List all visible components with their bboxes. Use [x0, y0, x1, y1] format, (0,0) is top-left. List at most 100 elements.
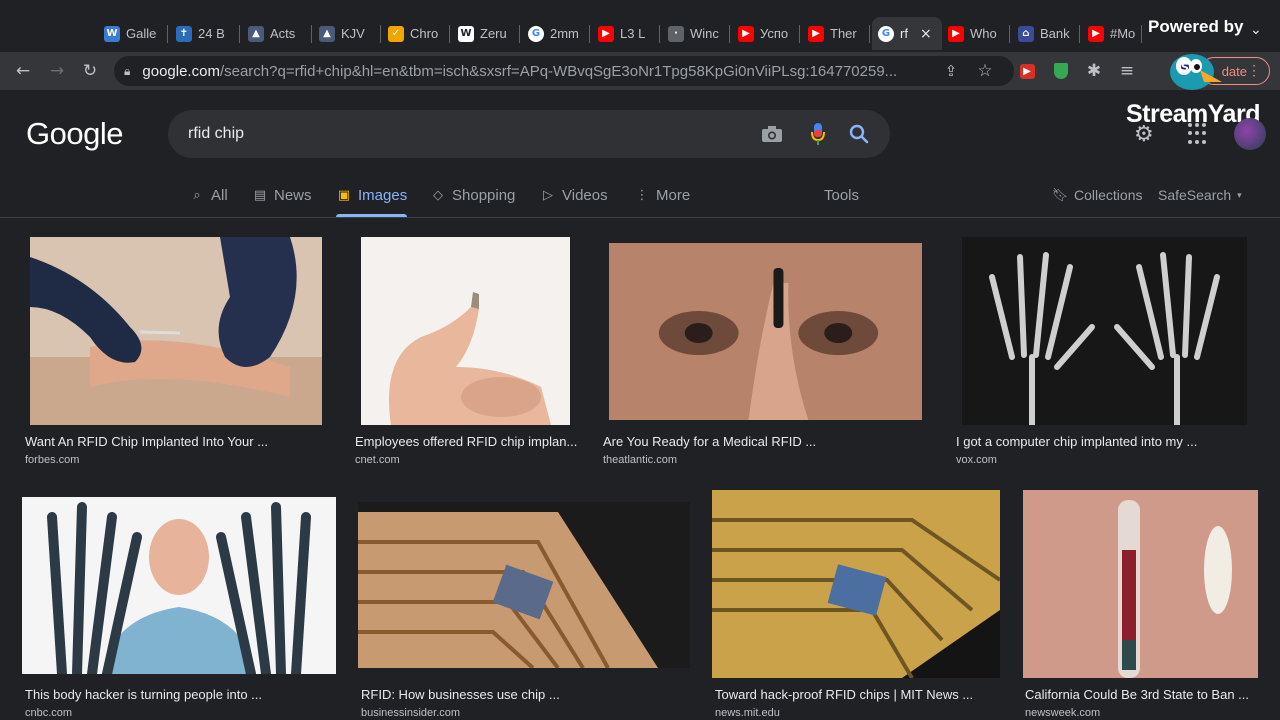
- close-tab-icon[interactable]: ×: [920, 26, 932, 42]
- result-caption[interactable]: This body hacker is turning people into …: [25, 687, 345, 702]
- reload-icon[interactable]: ↻: [79, 60, 101, 82]
- browser-tab[interactable]: Grf ×: [872, 17, 942, 50]
- tools-button[interactable]: Tools: [824, 174, 859, 216]
- bible-cross-icon: ✝: [176, 25, 192, 42]
- tab-news[interactable]: ▤ News: [252, 174, 312, 216]
- result-source[interactable]: businessinsider.com: [361, 707, 460, 719]
- browser-tab[interactable]: ▶ Успо: [732, 17, 800, 50]
- youtube-icon: ▶: [808, 25, 824, 42]
- browser-tab[interactable]: ▲ Acts: [242, 17, 312, 50]
- address-bar[interactable]: 🔒︎ google.com/search?q=rfid+chip&hl=en&t…: [114, 56, 1014, 86]
- browser-tab[interactable]: ▲ KJV: [313, 17, 381, 50]
- result-thumbnail[interactable]: [22, 497, 336, 674]
- tab-label: Videos: [562, 186, 608, 204]
- tab-label: More: [656, 186, 691, 204]
- tab-separator: [311, 25, 312, 43]
- browser-tab[interactable]: G 2mm: [522, 17, 590, 50]
- tab-label: News: [274, 186, 312, 204]
- browser-tab-label: L3 L: [620, 26, 646, 41]
- result-caption[interactable]: California Could Be 3rd State to Ban ...: [1025, 687, 1265, 702]
- video-icon: ▷: [543, 187, 553, 203]
- browser-tab[interactable]: ▶ Ther: [802, 17, 870, 50]
- result-caption[interactable]: Are You Ready for a Medical RFID ...: [603, 434, 933, 449]
- browser-tab[interactable]: ▶ L3 L: [592, 17, 660, 50]
- tab-search-chevron-icon[interactable]: ⌄: [1250, 22, 1262, 38]
- result-caption[interactable]: Want An RFID Chip Implanted Into Your ..…: [25, 434, 285, 449]
- browser-tab[interactable]: ✓ Chro: [382, 17, 450, 50]
- result-thumbnail[interactable]: [712, 490, 1000, 678]
- browser-tab[interactable]: ✝ 24 B: [170, 17, 240, 50]
- media-queue-icon[interactable]: ≡: [1116, 60, 1138, 82]
- back-arrow-icon[interactable]: ←: [12, 60, 34, 82]
- result-caption[interactable]: I got a computer chip implanted into my …: [956, 434, 1256, 449]
- result-caption[interactable]: Toward hack-proof RFID chips | MIT News …: [715, 687, 1015, 702]
- browser-tab[interactable]: W Zeru: [452, 17, 520, 50]
- google-icon: G: [528, 25, 544, 42]
- bookmark-icon: 🔖︎: [1051, 187, 1069, 203]
- result-source[interactable]: newsweek.com: [1025, 707, 1100, 719]
- collections-button[interactable]: 🔖︎ Collections: [1051, 174, 1143, 216]
- microphone-icon[interactable]: [806, 122, 830, 146]
- google-logo[interactable]: Google: [26, 116, 123, 152]
- browser-tab-label: KJV: [341, 26, 365, 41]
- bible-app-icon: ▲: [319, 25, 335, 42]
- result-source[interactable]: theatlantic.com: [603, 454, 677, 466]
- browser-tab-label: Ther: [830, 26, 857, 41]
- safesearch-button[interactable]: SafeSearch ▾: [1158, 174, 1242, 216]
- forward-arrow-icon[interactable]: →: [46, 60, 68, 82]
- result-source[interactable]: forbes.com: [25, 454, 79, 466]
- browser-tab-label: Bank: [1040, 26, 1070, 41]
- tab-more[interactable]: ⋮ More: [634, 174, 691, 216]
- browser-tab-label: 24 B: [198, 26, 225, 41]
- tab-images[interactable]: ▣ Images: [336, 174, 408, 217]
- result-thumbnail[interactable]: [962, 237, 1247, 425]
- shield-extension-icon[interactable]: [1050, 60, 1072, 82]
- result-thumbnail[interactable]: [609, 243, 922, 420]
- google-apps-icon[interactable]: [1188, 123, 1210, 145]
- search-input[interactable]: [188, 122, 748, 146]
- settings-gear-icon[interactable]: ⚙: [1134, 122, 1154, 147]
- result-thumbnail[interactable]: [361, 237, 570, 425]
- news-icon: ▤: [253, 187, 267, 203]
- lock-icon: 🔒︎: [124, 63, 131, 78]
- more-icon: ⋮: [635, 187, 649, 203]
- extension-red-icon[interactable]: ▶: [1016, 60, 1038, 82]
- result-caption[interactable]: RFID: How businesses use chip ...: [361, 687, 691, 702]
- result-thumbnail[interactable]: [358, 502, 690, 668]
- browser-toolbar: ← → ↻ 🔒︎ google.com/search?q=rfid+chip&h…: [0, 52, 1280, 91]
- tab-shopping[interactable]: ◇ Shopping: [430, 174, 515, 216]
- puzzle-extensions-icon[interactable]: ✱: [1083, 60, 1105, 82]
- tab-separator: [167, 25, 168, 43]
- browser-tab[interactable]: ▶ Who: [942, 17, 1010, 50]
- bookmark-star-icon[interactable]: ☆: [974, 60, 996, 82]
- camera-search-icon[interactable]: [760, 122, 784, 146]
- result-thumbnail[interactable]: [30, 237, 322, 425]
- browser-tab-label: 2mm: [550, 26, 579, 41]
- browser-tab[interactable]: ▶ #Mo: [1082, 17, 1142, 50]
- tab-separator: [1009, 25, 1010, 43]
- share-icon[interactable]: ⇪: [940, 60, 962, 82]
- result-source[interactable]: vox.com: [956, 454, 997, 466]
- tab-separator: [729, 25, 730, 43]
- result-source[interactable]: cnet.com: [355, 454, 400, 466]
- result-thumbnail[interactable]: [1023, 490, 1258, 678]
- tab-videos[interactable]: ▷ Videos: [540, 174, 608, 216]
- images-icon: ▣: [337, 187, 351, 203]
- browser-tab-label: Chro: [410, 26, 439, 41]
- url-text: google.com/search?q=rfid+chip&hl=en&tbm=…: [142, 62, 898, 80]
- search-submit-icon[interactable]: [847, 122, 871, 146]
- tab-all[interactable]: ⌕ All: [189, 174, 228, 216]
- browser-tab-label: Galle: [126, 26, 157, 41]
- result-source[interactable]: cnbc.com: [25, 707, 72, 719]
- tab-label: All: [211, 186, 228, 204]
- result-source[interactable]: news.mit.edu: [715, 707, 780, 719]
- result-caption[interactable]: Employees offered RFID chip implan...: [355, 434, 590, 449]
- youtube-icon: ▶: [738, 25, 754, 42]
- youtube-icon: ▶: [948, 25, 964, 42]
- tab-separator: [1079, 25, 1080, 43]
- browser-tab[interactable]: · Winc: [662, 17, 730, 50]
- browser-tab-label: Zeru: [480, 26, 507, 41]
- browser-tab[interactable]: W Galle: [98, 17, 168, 50]
- browser-tab[interactable]: ⌂ Bank: [1012, 17, 1080, 50]
- account-avatar[interactable]: [1234, 118, 1266, 150]
